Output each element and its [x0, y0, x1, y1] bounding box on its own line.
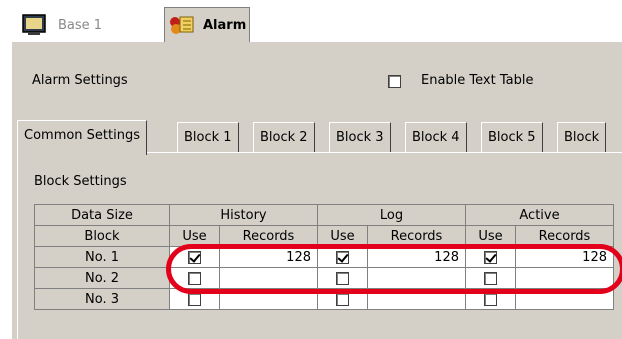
settings-tab-bar: Common Settings Block 1 Block 2 Block 3 … [17, 120, 622, 155]
highlight-ellipse [166, 244, 622, 294]
tab-base-1-label: Base 1 [58, 17, 103, 33]
screen-tab-strip: Base 1 Alarm [12, 0, 622, 42]
alarm-settings-label: Alarm Settings [32, 73, 128, 88]
tab-alarm-label: Alarm [203, 17, 247, 33]
tab-block-5[interactable]: Block 5 [481, 122, 543, 153]
tab-common-settings[interactable]: Common Settings [17, 120, 148, 155]
row-block-label: No. 1 [34, 246, 170, 268]
header-block: Block [34, 225, 170, 247]
enable-text-table-checkbox[interactable] [388, 75, 401, 88]
row-block-label: No. 3 [34, 288, 170, 310]
active-use-checkbox[interactable] [484, 292, 497, 306]
tab-block-2[interactable]: Block 2 [253, 122, 315, 153]
header-data-size: Data Size [34, 204, 170, 226]
log-use-checkbox[interactable] [336, 292, 349, 306]
header-active: Active [465, 204, 614, 226]
header-log: Log [317, 204, 466, 226]
alarm-settings-window: Base 1 Alarm Alarm Settings Enable Text … [12, 0, 622, 339]
block-settings-label: Block Settings [34, 174, 127, 189]
tab-block-3[interactable]: Block 3 [329, 122, 391, 153]
tab-alarm[interactable]: Alarm [164, 7, 250, 42]
tab-block-6[interactable]: Block [557, 122, 607, 153]
tab-base-1[interactable]: Base 1 [18, 8, 164, 42]
tab-block-1[interactable]: Block 1 [177, 122, 239, 153]
tab-block-4[interactable]: Block 4 [405, 122, 467, 153]
history-use-checkbox[interactable] [188, 292, 201, 306]
row-block-label: No. 2 [34, 267, 170, 289]
screen-icon [22, 14, 48, 36]
alarm-icon [169, 14, 195, 36]
header-history: History [169, 204, 318, 226]
grid-header-row-1: Data Size History Log Active [34, 204, 614, 226]
enable-text-table-label: Enable Text Table [421, 73, 534, 88]
